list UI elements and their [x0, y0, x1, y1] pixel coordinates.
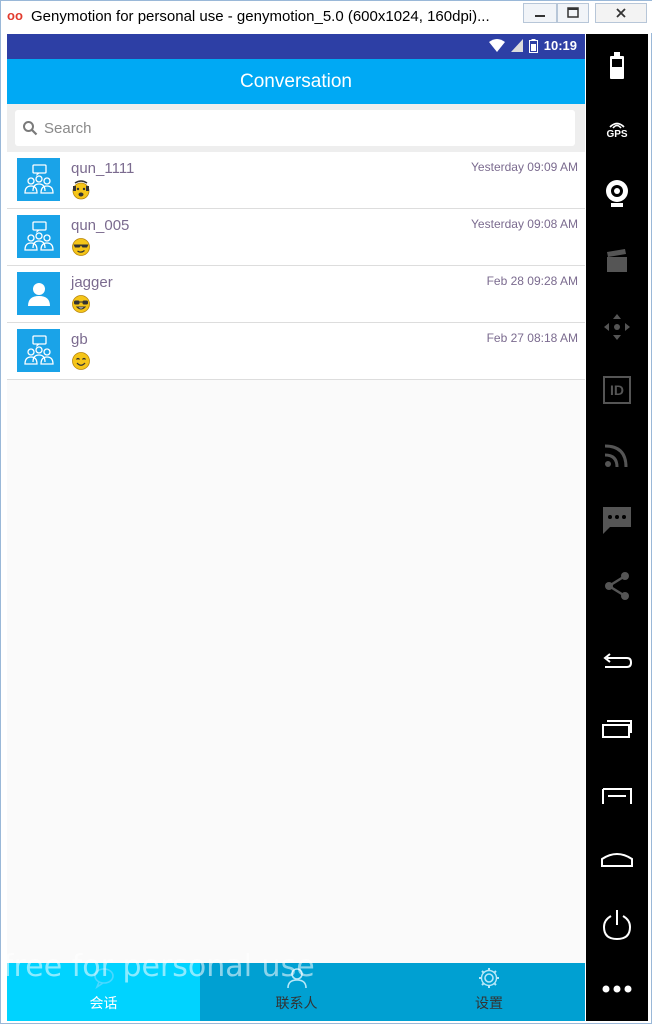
tab-conversations[interactable]: 会话	[7, 963, 200, 1021]
close-button[interactable]	[595, 3, 647, 23]
conversation-name: qun_1111	[71, 160, 135, 177]
cool-face-icon	[71, 237, 91, 257]
id-icon: ID	[603, 376, 631, 404]
tab-label: 设置	[475, 995, 503, 1011]
conversation-time: Feb 27 08:18 AM	[486, 331, 578, 345]
window-titlebar: oo Genymotion for personal use - genymot…	[1, 1, 652, 33]
battery-button[interactable]	[586, 46, 648, 86]
gps-label: GPS	[606, 129, 628, 140]
window-title: Genymotion for personal use - genymotion…	[31, 8, 490, 25]
group-avatar	[17, 158, 60, 201]
signal-icon	[510, 39, 523, 52]
gear-icon	[478, 967, 500, 989]
battery-icon	[610, 52, 624, 79]
group-avatar	[17, 215, 60, 258]
conversation-name: qun_005	[71, 217, 130, 234]
back-button[interactable]	[586, 642, 648, 682]
genymotion-window: oo Genymotion for personal use - genymot…	[0, 0, 652, 1024]
share-button[interactable]	[586, 566, 648, 606]
wifi-icon	[488, 39, 505, 52]
app-toolbar: Conversation	[7, 59, 585, 104]
share-icon	[605, 572, 629, 600]
more-icon	[602, 985, 632, 993]
home-button[interactable]	[586, 839, 648, 879]
battery-status-icon	[528, 38, 538, 53]
conversation-time: Feb 28 09:28 AM	[486, 274, 578, 288]
webcam-button[interactable]	[586, 174, 648, 214]
menu-button[interactable]	[586, 776, 648, 816]
cast-button[interactable]	[586, 435, 648, 475]
back-icon	[603, 653, 633, 668]
minimize-icon	[535, 15, 545, 17]
more-button[interactable]	[586, 969, 648, 1009]
smiling-face-icon	[71, 351, 91, 371]
close-icon	[616, 8, 626, 18]
tab-label: 会话	[89, 995, 118, 1011]
android-statusbar: 10:19	[7, 34, 585, 59]
sms-button[interactable]	[586, 500, 648, 540]
group-avatar	[17, 329, 60, 372]
menu-icon	[602, 788, 632, 804]
group-icon	[23, 163, 54, 194]
sms-icon	[603, 507, 631, 534]
android-screen: 10:19 Conversation Search qun_1111 Yeste…	[7, 34, 585, 1021]
tab-contacts[interactable]: 联系人	[200, 963, 393, 1021]
person-icon	[27, 282, 50, 306]
conversation-row[interactable]: qun_1111 Yesterday 09:09 AM	[7, 152, 585, 209]
power-icon	[602, 910, 632, 941]
person-avatar	[17, 272, 60, 315]
genymotion-logo: oo	[7, 8, 23, 23]
search-icon	[22, 120, 38, 136]
video-button[interactable]	[586, 241, 648, 281]
gps-icon: GPS	[606, 120, 628, 140]
conversation-time: Yesterday 09:08 AM	[471, 217, 578, 231]
conversation-name: gb	[71, 331, 88, 348]
conversation-row[interactable]: gb Feb 27 08:18 AM	[7, 323, 585, 380]
dpad-icon	[604, 314, 630, 340]
home-icon	[601, 853, 633, 867]
person-icon	[286, 967, 308, 989]
power-button[interactable]	[586, 905, 648, 945]
page-title: Conversation	[240, 70, 352, 92]
search-bar	[7, 104, 585, 152]
tab-label: 联系人	[275, 995, 318, 1011]
genymotion-sidebar: GPS ID	[586, 34, 648, 1021]
maximize-icon	[567, 7, 579, 18]
conversation-time: Yesterday 09:09 AM	[471, 160, 578, 174]
search-input[interactable]	[44, 119, 544, 137]
id-label: ID	[610, 382, 624, 398]
gps-button[interactable]: GPS	[586, 110, 648, 150]
recent-apps-button[interactable]	[586, 709, 648, 749]
tab-settings[interactable]: 设置	[393, 963, 585, 1021]
id-button[interactable]: ID	[586, 370, 648, 410]
status-time: 10:19	[543, 38, 577, 53]
recent-apps-icon	[602, 720, 632, 738]
minimize-button[interactable]	[523, 3, 557, 23]
maximize-button[interactable]	[557, 3, 589, 23]
dpad-button[interactable]	[586, 307, 648, 347]
group-icon	[23, 334, 54, 365]
webcam-icon	[606, 180, 628, 207]
search-box[interactable]	[15, 110, 575, 146]
group-icon	[23, 220, 54, 251]
crying-face-icon	[71, 180, 91, 200]
conversation-row[interactable]: jagger Feb 28 09:28 AM	[7, 266, 585, 323]
conversation-row[interactable]: qun_005 Yesterday 09:08 AM	[7, 209, 585, 266]
cast-icon	[604, 444, 628, 468]
bottom-navigation: 会话 联系人 设置	[7, 963, 585, 1021]
conversation-name: jagger	[71, 274, 113, 291]
sunglasses-face-icon	[71, 294, 91, 314]
chat-icon	[93, 967, 115, 990]
video-icon	[607, 249, 627, 272]
conversation-list: qun_1111 Yesterday 09:09 AM qun_005 Yest…	[7, 152, 585, 380]
